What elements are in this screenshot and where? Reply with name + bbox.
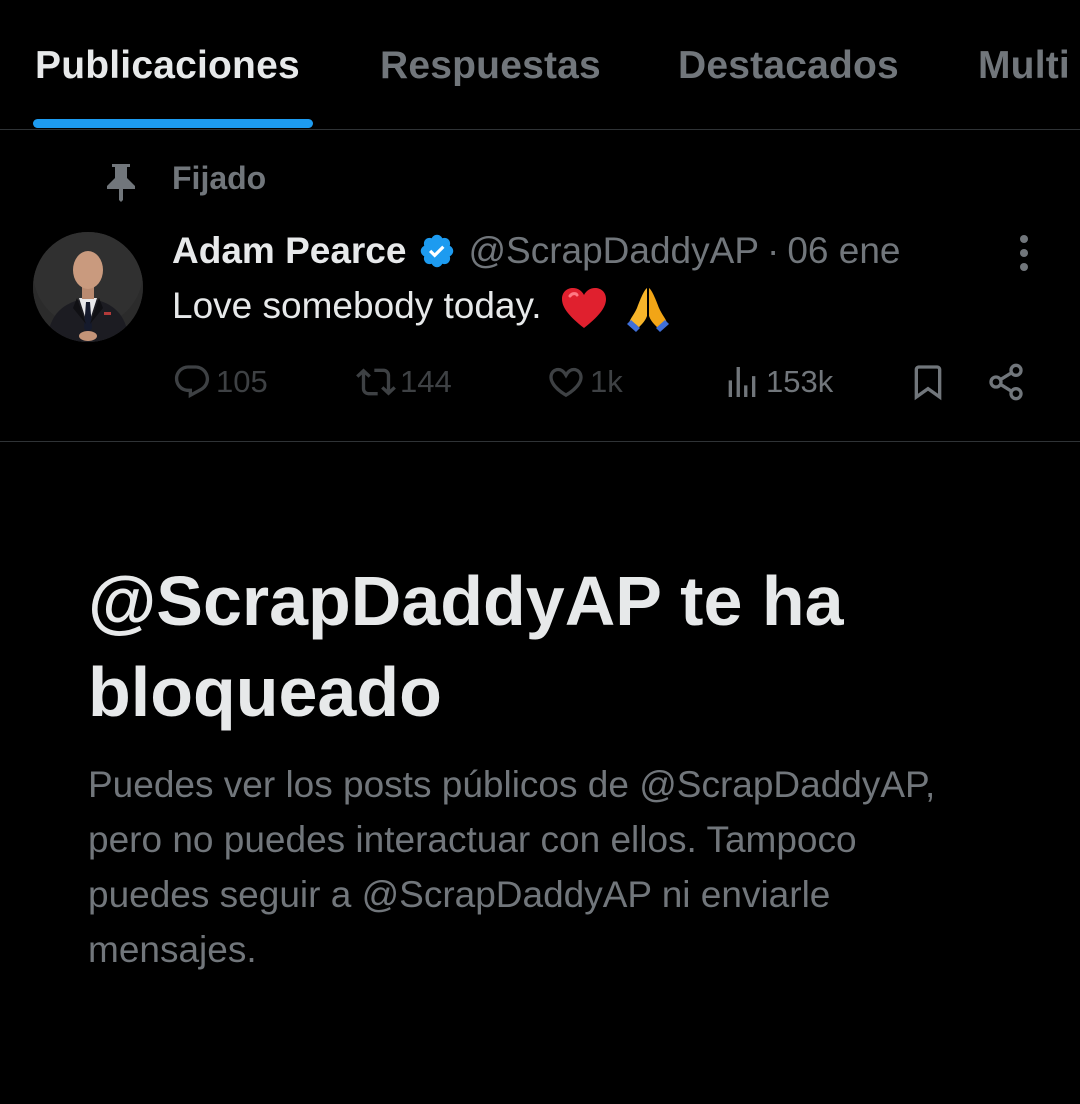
reply-count: 105 <box>216 364 268 399</box>
verified-badge-icon <box>421 234 454 268</box>
pinned-indicator: Fijado <box>0 150 1080 206</box>
reply-button[interactable]: 105 <box>172 356 268 408</box>
avatar-image <box>33 232 143 342</box>
tab-multimedia[interactable]: Multi <box>978 44 1070 88</box>
red-heart-emoji-icon <box>561 288 606 328</box>
author-handle[interactable]: @ScrapDaddyAP <box>468 230 759 272</box>
views-chart-icon <box>728 367 756 397</box>
views-count: 153k <box>766 364 834 399</box>
repost-button[interactable]: 144 <box>356 356 452 408</box>
avatar[interactable] <box>33 232 143 342</box>
tab-publicaciones[interactable]: Publicaciones <box>35 44 300 88</box>
more-options-icon[interactable] <box>1012 232 1036 274</box>
post-header: Adam Pearce @ScrapDaddyAP · 06 ene <box>172 226 901 276</box>
pin-icon <box>107 164 135 202</box>
tab-respuestas[interactable]: Respuestas <box>380 44 601 88</box>
post-text: Love somebody today. <box>172 284 670 332</box>
tab-destacados[interactable]: Destacados <box>678 44 899 88</box>
post-date[interactable]: 06 ene <box>787 230 900 272</box>
bookmark-button[interactable] <box>908 356 948 408</box>
header-separator: · <box>767 230 780 271</box>
post-actions: 105 144 1k 153k <box>0 356 1080 408</box>
bookmark-icon <box>914 365 942 401</box>
folded-hands-emoji-icon <box>627 288 670 332</box>
active-tab-indicator <box>33 119 313 128</box>
repost-icon <box>356 368 396 396</box>
like-count: 1k <box>590 364 623 399</box>
post-text-content: Love somebody today. <box>172 284 542 326</box>
blocked-title: @ScrapDaddyAP te ha bloqueado <box>88 562 844 731</box>
pinned-label: Fijado <box>172 160 267 196</box>
share-button[interactable] <box>986 356 1026 408</box>
views-button[interactable]: 153k <box>722 356 833 408</box>
share-icon <box>989 363 1023 401</box>
author-name[interactable]: Adam Pearce <box>172 230 406 272</box>
profile-tabs: Publicaciones Respuestas Destacados Mult… <box>0 0 1080 130</box>
reply-icon <box>174 365 210 399</box>
repost-count: 144 <box>400 364 452 399</box>
blocked-description: Puedes ver los posts públicos de @ScrapD… <box>88 764 936 970</box>
like-button[interactable]: 1k <box>546 356 623 408</box>
heart-icon <box>549 367 583 397</box>
section-divider <box>0 441 1080 442</box>
